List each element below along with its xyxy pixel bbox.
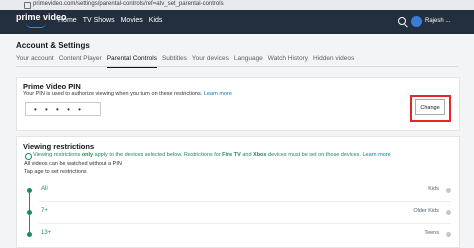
nav-links: Home TV Shows Movies Kids [58,17,162,24]
info-text-firetv: Fire TV [222,152,241,158]
pin-note: All videos can be watched without a PIN [24,161,122,167]
url-text[interactable]: primevideo.com/settings/parental-control… [33,1,224,7]
pin-description: Your PIN is used to authorize viewing wh… [23,91,232,97]
nav-link-movies[interactable]: Movies [121,17,143,24]
level-age[interactable]: 7+ [41,208,48,214]
restriction-level-all[interactable]: All Kids [25,180,451,215]
search-icon[interactable] [398,17,406,25]
avatar[interactable] [411,16,422,27]
tap-age-note: Tap age to set restrictions [24,169,87,175]
info-icon [25,153,32,160]
level-age[interactable]: All [41,186,48,192]
nav-link-kids[interactable]: Kids [149,17,163,24]
restrictions-title: Viewing restrictions [23,142,95,151]
nav-link-tv-shows[interactable]: TV Shows [83,17,115,24]
level-marker [446,210,451,215]
info-text-3: devices must be set on those devices. [266,152,361,158]
level-category: Older Kids [413,208,439,214]
change-pin-button[interactable]: Change [415,99,445,115]
restrictions-card: Viewing restrictions Viewing restriction… [16,136,460,248]
info-text-and: and [240,152,254,158]
restrictions-info: Viewing restrictions only apply to the d… [33,152,391,158]
nav-link-home[interactable]: Home [58,17,77,24]
level-category: Kids [428,186,439,192]
restrictions-learn-more-link[interactable]: Learn more [362,152,390,158]
level-marker [446,188,451,193]
level-category: Teens [424,230,439,236]
tab-divider [16,66,458,67]
info-text-only: only [81,152,94,158]
pin-description-text: Your PIN is used to authorize viewing wh… [23,91,203,97]
pin-title: Prime Video PIN [23,82,81,91]
restriction-level-7plus[interactable]: 7+ Older Kids [25,202,451,237]
info-text-1: Viewing restrictions [33,152,82,158]
page-title: Account & Settings [16,41,90,50]
level-dot [27,232,32,237]
logo-smile-icon [26,23,46,28]
pin-learn-more-link[interactable]: Learn more [204,91,232,97]
level-age[interactable]: 13+ [41,230,51,236]
top-navigation: prime video Home TV Shows Movies Kids Ra… [0,10,474,34]
info-text-2: apply to the devices selected below. Res… [93,152,223,158]
info-text-xbox: Xbox [253,152,267,158]
pin-card: Prime Video PIN Your PIN is used to auth… [16,77,460,131]
lock-icon [24,2,31,9]
pin-field[interactable]: • • • • • [25,102,101,116]
user-name[interactable]: Rajesh ... [425,18,450,24]
level-marker [446,232,451,237]
